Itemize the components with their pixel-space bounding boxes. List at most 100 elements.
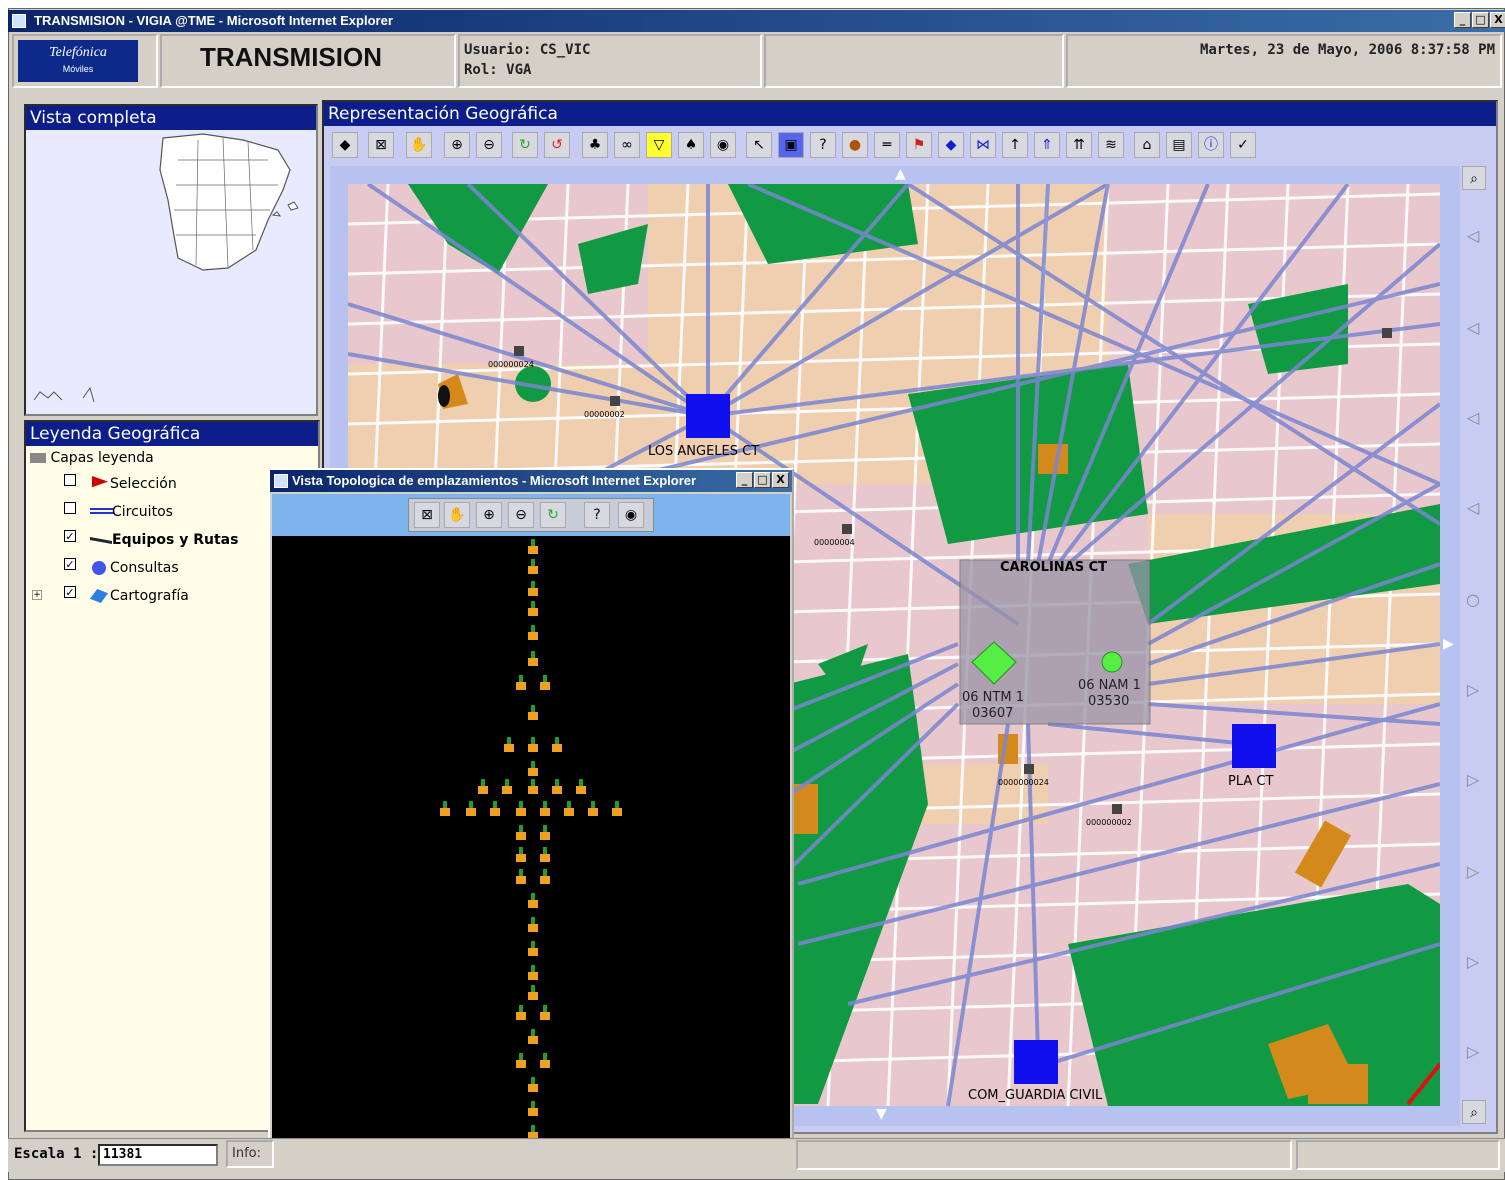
slider-tick-icon[interactable]: ◁ (1464, 498, 1482, 517)
datetime-label: Martes, 23 de Mayo, 2006 8:37:58 PM (1200, 42, 1496, 58)
overview-title: Vista completa (26, 106, 316, 130)
sub-maximize-button[interactable]: □ (754, 472, 771, 488)
topo-zoom-full-icon[interactable]: ⊠ (414, 502, 440, 528)
slider-tick-icon[interactable]: ▷ (1464, 770, 1482, 789)
legend-root[interactable]: Capas leyenda (30, 450, 154, 466)
collapse-h-icon[interactable]: ⋈ (970, 132, 996, 158)
globe-tool-icon[interactable]: ◉ (710, 132, 736, 158)
nam-circle-icon (1101, 651, 1123, 673)
telefonica-logo: Telefónica Móviles (18, 40, 138, 82)
slider-tick-icon[interactable]: ◁ (1464, 226, 1482, 245)
nam-label: 06 NAM 1 (1078, 678, 1141, 693)
site-label-angeles: LOS ANGELES CT (648, 444, 760, 459)
flag-tool-icon[interactable]: ⚑ (906, 132, 932, 158)
hand-icon[interactable]: ✋ (406, 132, 432, 158)
topo-zoom-out-icon[interactable]: ⊖ (508, 502, 534, 528)
check-icon[interactable]: ✓ (1230, 132, 1256, 158)
slider-tick-icon[interactable]: ▷ (1464, 952, 1482, 971)
undo-icon[interactable]: ↺ (544, 132, 570, 158)
refresh-icon[interactable]: ↻ (512, 132, 538, 158)
spain-overview-map[interactable] (28, 130, 316, 414)
layers-icon (30, 453, 46, 463)
slider-tick-icon[interactable]: ◁ (1464, 318, 1482, 337)
site-square-com (1014, 1040, 1058, 1084)
pan-lr-icon[interactable]: ◆ (332, 132, 358, 158)
measure-icon[interactable]: ═ (874, 132, 900, 158)
empty-cell (764, 34, 1064, 88)
info-bubble-icon[interactable]: ? (810, 132, 836, 158)
topo-refresh-icon[interactable]: ↻ (540, 502, 566, 528)
select-icon[interactable]: ▣ (778, 132, 804, 158)
checkbox-circuitos[interactable] (64, 502, 76, 514)
checkbox-equipos[interactable]: ✓ (64, 530, 76, 542)
topo-globe-icon[interactable]: ◉ (618, 502, 644, 528)
home-icon[interactable]: ⌂ (1134, 132, 1160, 158)
site-label-com: COM_GUARDIA CIVIL (968, 1088, 1103, 1103)
zoom-in-icon[interactable]: ⊕ (444, 132, 470, 158)
site-label-carolinas: CAROLINAS CT (1000, 560, 1108, 575)
tree-tool-icon[interactable]: ♣ (582, 132, 608, 158)
topo-info-icon[interactable]: ? (584, 502, 610, 528)
legend-item-consultas[interactable]: ✓ Consultas (36, 554, 296, 582)
topo-zoom-in-icon[interactable]: ⊕ (476, 502, 502, 528)
site-square-pla (1232, 724, 1276, 768)
slider-tick-icon[interactable]: ▷ (1464, 862, 1482, 881)
legend-item-label: Selección (110, 476, 177, 492)
slider-tick-icon[interactable]: ◁ (1464, 408, 1482, 427)
arrow-up-blue-icon[interactable]: ⇑ (1034, 132, 1060, 158)
checkbox-consultas[interactable]: ✓ (64, 558, 76, 570)
legend-item-label: Consultas (110, 560, 179, 576)
legend-item-label: Equipos y Rutas (112, 532, 239, 548)
site-square-angeles (686, 394, 730, 438)
multi-arrow-icon[interactable]: ⇈ (1066, 132, 1092, 158)
zoom-slider[interactable]: ◁ ◁ ◁ ◁ ○ ▷ ▷ ▷ ▷ ▷ (1462, 226, 1486, 1106)
pan-right-arrow[interactable]: ▶ (1443, 636, 1454, 652)
pointer-icon[interactable]: ↖ (746, 132, 772, 158)
legend-item-equipos[interactable]: ✓ Equipos y Rutas (36, 526, 296, 554)
layers-tool-icon[interactable]: ≋ (1098, 132, 1124, 158)
marker-label: 00000004 (814, 538, 855, 547)
minimize-button[interactable]: _ (1454, 12, 1471, 28)
zoom-out-icon[interactable]: ⊖ (476, 132, 502, 158)
cartography-icon (90, 589, 108, 603)
info-label: Info: (226, 1140, 274, 1168)
pan-up-arrow[interactable]: ▲ (895, 166, 906, 182)
ntm-label: 06 NTM 1 (962, 690, 1024, 705)
window-titlebar: TRANSMISION - VIGIA @TME - Microsoft Int… (8, 10, 1505, 32)
info-icon[interactable]: ⓘ (1198, 132, 1224, 158)
ntm-code: 03607 (972, 706, 1014, 721)
print-icon[interactable]: ▤ (1166, 132, 1192, 158)
legend-item-circuitos[interactable]: Circuitos (36, 498, 296, 526)
filter-icon[interactable]: ▽ (646, 132, 672, 158)
ie-icon (12, 14, 26, 28)
arrow-up-icon[interactable]: ↑ (1002, 132, 1028, 158)
expand-h-icon[interactable]: ◆ (938, 132, 964, 158)
user-label: Usuario: CS_VIC (464, 42, 591, 58)
marker-label: 0000000024 (998, 778, 1049, 787)
zoom-full-icon[interactable]: ⊠ (368, 132, 394, 158)
binoculars-icon[interactable]: ∞ (614, 132, 640, 158)
map-title: Representación Geográfica (324, 102, 1496, 126)
slider-tick-icon[interactable]: ▷ (1464, 680, 1482, 699)
checkbox-seleccion[interactable] (64, 474, 76, 486)
close-button[interactable]: X (1490, 12, 1505, 28)
scale-input[interactable]: 11381 (98, 1144, 218, 1166)
sub-close-button[interactable]: X (772, 472, 789, 488)
legend-item-label: Cartografía (110, 588, 189, 604)
legend-list: Selección Circuitos ✓ Equipos y Rutas ✓ … (32, 470, 296, 610)
pan-down-arrow[interactable]: ▼ (876, 1106, 887, 1122)
status-field (796, 1140, 1292, 1170)
zoom-magnifier-top-icon[interactable]: ⌕ (1462, 166, 1486, 190)
legend-item-seleccion[interactable]: Selección (36, 470, 296, 498)
legend-item-cartografia[interactable]: + ✓ Cartografía (32, 582, 296, 610)
slider-tick-icon[interactable]: ▷ (1464, 1042, 1482, 1061)
slider-thumb-icon[interactable]: ○ (1464, 590, 1482, 609)
maximize-button[interactable]: □ (1472, 12, 1489, 28)
topo-hand-icon[interactable]: ✋ (444, 502, 470, 528)
checkbox-cartografia[interactable]: ✓ (64, 586, 76, 598)
filter-tree-icon[interactable]: ♠ (678, 132, 704, 158)
sub-minimize-button[interactable]: _ (736, 472, 753, 488)
topology-canvas[interactable] (272, 536, 790, 1154)
expand-icon[interactable]: + (32, 590, 42, 600)
globe-icon[interactable]: ● (842, 132, 868, 158)
